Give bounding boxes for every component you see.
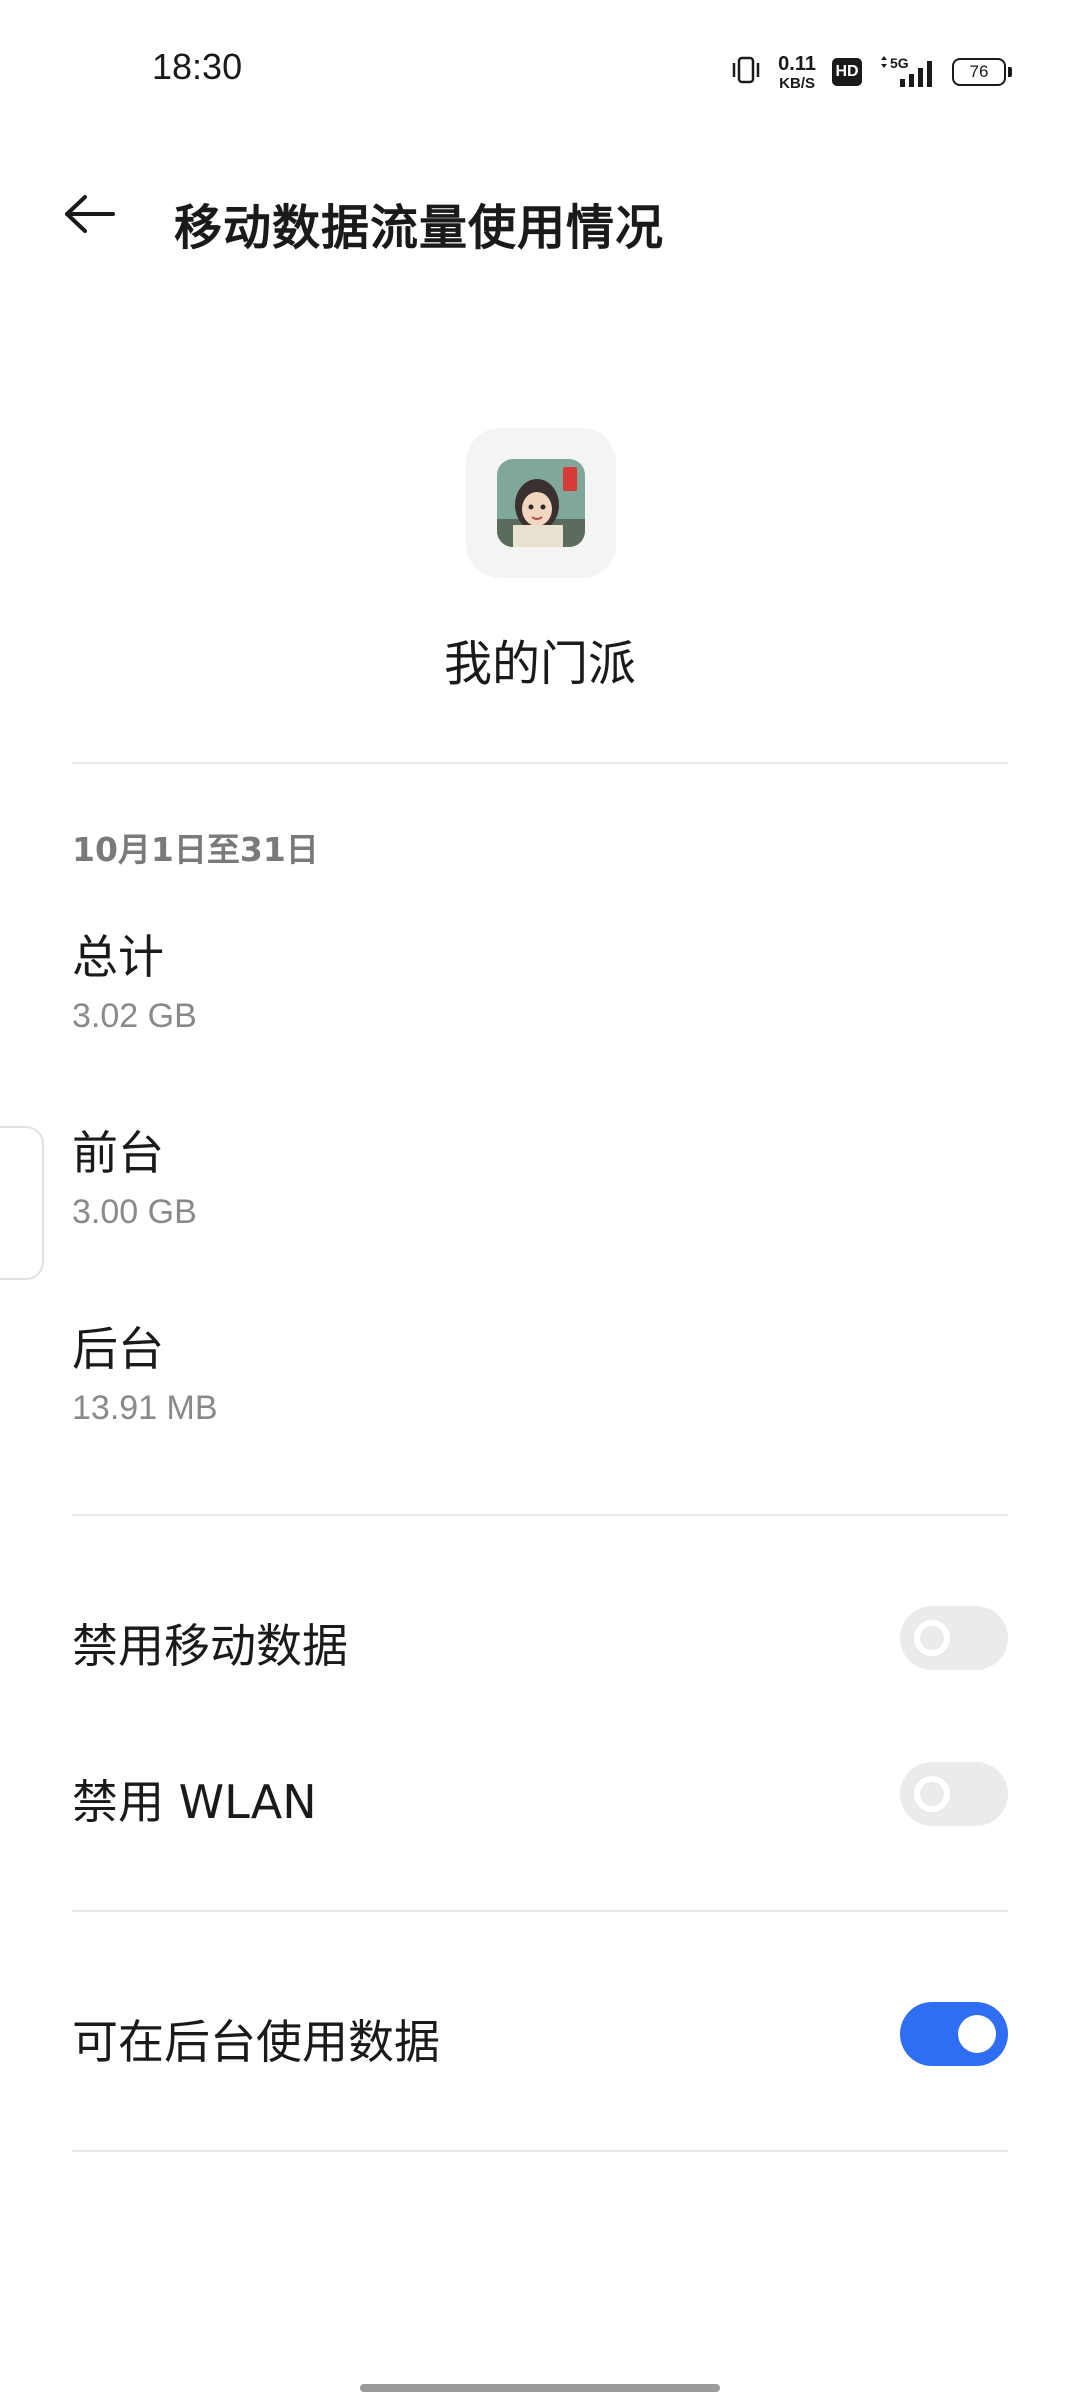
hd-icon: HD	[832, 58, 862, 86]
usage-period: 10月1日至31日	[72, 830, 319, 869]
app-icon	[497, 459, 585, 547]
network-speed-unit: KB/S	[779, 74, 815, 92]
divider	[72, 1910, 1008, 1912]
status-bar: 18:30 0.11 KB/S HD 5G 76	[0, 0, 1080, 140]
setting-allow-background-data[interactable]: 可在后台使用数据	[72, 1994, 1008, 2074]
back-button[interactable]	[60, 188, 120, 244]
divider	[72, 762, 1008, 764]
setting-disable-wlan-label: 禁用 WLAN	[72, 1775, 317, 1829]
network-type-label: 5G	[890, 55, 909, 71]
usage-background: 后台 13.91 MB	[72, 1322, 218, 1428]
disable-wlan-toggle[interactable]	[900, 1762, 1008, 1826]
battery-icon: 76	[952, 58, 1012, 86]
app-icon-container	[466, 428, 616, 578]
usage-total-value: 3.02 GB	[72, 997, 197, 1036]
usage-foreground-label: 前台	[72, 1126, 164, 1180]
battery-level: 76	[952, 58, 1006, 86]
divider	[72, 2150, 1008, 2152]
app-bar: 移动数据流量使用情况	[0, 160, 1080, 270]
vibrate-icon	[730, 55, 762, 89]
disable-mobile-data-toggle[interactable]	[900, 1606, 1008, 1670]
app-name: 我的门派	[443, 636, 636, 692]
usage-background-value: 13.91 MB	[72, 1389, 218, 1428]
setting-disable-wlan[interactable]: 禁用 WLAN	[72, 1754, 1008, 1834]
network-speed-value: 0.11	[778, 52, 816, 75]
page-title: 移动数据流量使用情况	[174, 200, 665, 256]
usage-background-label: 后台	[72, 1322, 164, 1376]
signal-5g-icon: 5G	[878, 55, 936, 89]
usage-total: 总计 3.02 GB	[72, 930, 197, 1036]
data-usage-screen: 18:30 0.11 KB/S HD 5G 76 移动数据流量使用情况 我的门派…	[0, 0, 1080, 2400]
usage-foreground: 前台 3.00 GB	[72, 1126, 197, 1232]
setting-disable-mobile-data-label: 禁用移动数据	[72, 1619, 348, 1673]
allow-background-data-toggle[interactable]	[900, 2002, 1008, 2066]
divider	[72, 1514, 1008, 1516]
setting-disable-mobile-data[interactable]: 禁用移动数据	[72, 1598, 1008, 1678]
usage-foreground-value: 3.00 GB	[72, 1193, 197, 1232]
network-speed: 0.11 KB/S	[778, 54, 816, 91]
side-edge-handle[interactable]	[0, 1126, 44, 1280]
status-icons: 0.11 KB/S HD 5G 76	[730, 50, 1012, 94]
arrow-left-icon	[63, 194, 117, 238]
setting-allow-background-data-label: 可在后台使用数据	[72, 2015, 440, 2069]
usage-total-label: 总计	[72, 930, 164, 984]
status-time: 18:30	[152, 46, 243, 87]
home-indicator[interactable]	[360, 2384, 720, 2392]
